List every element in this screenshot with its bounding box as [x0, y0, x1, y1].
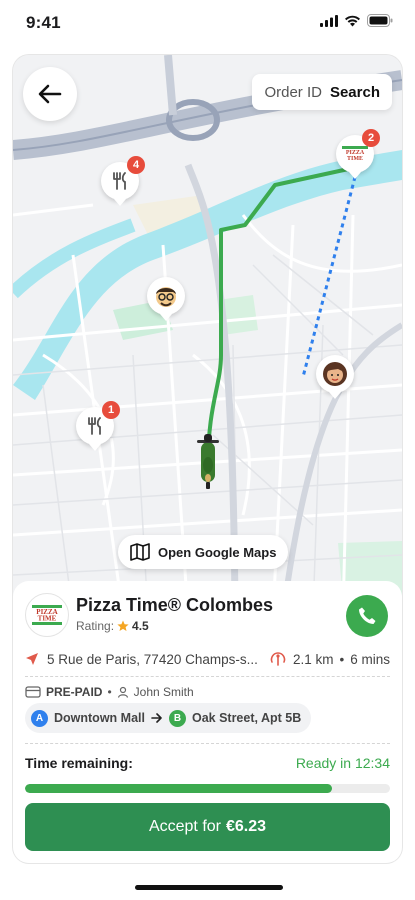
payment-status: PRE-PAID: [46, 685, 103, 699]
fork-knife-icon: [113, 172, 126, 190]
home-indicator: [135, 885, 283, 890]
toggle-search[interactable]: Search: [326, 84, 384, 101]
restaurant-address: 5 Rue de Paris, 77420 Champs-s...: [47, 651, 258, 667]
accept-label: Accept for: [148, 818, 221, 835]
route-distance-icon: [270, 652, 286, 666]
user-icon: [117, 686, 128, 698]
time-row: Time remaining: Ready in 12:34: [25, 755, 390, 771]
map-icon: [130, 543, 150, 561]
fork-knife-icon: [88, 417, 101, 435]
rating-value: 4.5: [132, 619, 149, 633]
restaurant-pin[interactable]: 1: [76, 401, 120, 451]
order-details-panel: PIZZA TIME Pizza Time® Colombes Rating: 4…: [13, 581, 402, 863]
man-avatar-icon: [156, 287, 176, 307]
order-search-toggle: Order ID Search: [252, 74, 392, 110]
duration: 6 mins: [350, 651, 390, 667]
progress-fill: [25, 784, 332, 793]
back-button[interactable]: [23, 67, 77, 121]
time-remaining-label: Time remaining:: [25, 755, 133, 771]
navigation-arrow-icon: [26, 653, 38, 665]
restaurant-row: PIZZA TIME Pizza Time® Colombes Rating: 4…: [25, 593, 390, 641]
pizza-time-pin[interactable]: PIZZA TIME 2: [336, 129, 380, 179]
address-row: 5 Rue de Paris, 77420 Champs-s... 2.1 km…: [25, 647, 390, 671]
restaurant-pin[interactable]: 4: [101, 156, 145, 206]
pin-badge: 2: [362, 129, 380, 147]
dot-separator: •: [107, 685, 112, 699]
woman-avatar-icon: [323, 362, 347, 386]
time-progress-bar: [25, 784, 390, 793]
restaurant-logo: PIZZA TIME: [25, 593, 69, 637]
svg-text:TIME: TIME: [347, 156, 363, 162]
credit-card-icon: [25, 686, 41, 698]
arrow-left-icon: [38, 84, 62, 104]
arrow-right-icon: [151, 713, 162, 723]
status-bar: 9:41: [0, 0, 415, 46]
accept-button[interactable]: Accept for €6.23: [25, 803, 390, 851]
toggle-order-id[interactable]: Order ID: [260, 84, 326, 101]
to-marker: B: [168, 709, 186, 727]
map-view[interactable]: Order ID Search 4 PIZZA TIME 2 1 Open Goo…: [13, 55, 402, 616]
restaurant-rating: Rating: 4.5: [76, 619, 149, 633]
pin-badge: 4: [127, 156, 145, 174]
customer-pin[interactable]: [316, 355, 354, 399]
route-chip: A Downtown Mall B Oak Street, Apt 5B: [25, 703, 312, 733]
distance: 2.1 km: [292, 651, 334, 667]
customer-pin[interactable]: [147, 277, 185, 321]
signal-icon: [320, 14, 338, 27]
order-card: Order ID Search 4 PIZZA TIME 2 1 Open Goo…: [13, 55, 402, 863]
route-from: Downtown Mall: [54, 711, 145, 725]
wifi-icon: [345, 15, 360, 26]
dot-separator: •: [339, 651, 345, 667]
route-to: Oak Street, Apt 5B: [191, 711, 302, 725]
star-icon: [117, 620, 129, 631]
call-button[interactable]: [346, 595, 388, 637]
divider: [25, 676, 390, 677]
battery-icon: [367, 14, 393, 27]
from-marker: A: [31, 709, 48, 727]
ready-time: Ready in 12:34: [295, 755, 390, 771]
open-google-maps-label: Open Google Maps: [158, 544, 277, 560]
pizza-time-logo-icon: PIZZATIME: [32, 605, 62, 625]
status-icons: [320, 14, 393, 27]
restaurant-name: Pizza Time® Colombes: [76, 595, 273, 615]
divider: [25, 743, 390, 744]
pin-badge: 1: [102, 401, 120, 419]
status-time: 9:41: [26, 13, 61, 32]
payment-row: PRE-PAID • John Smith: [25, 685, 194, 699]
customer-name: John Smith: [133, 685, 194, 699]
accept-amount: €6.23: [225, 818, 267, 835]
pizza-time-logo-icon: PIZZATIME: [342, 146, 368, 162]
svg-text:TIME: TIME: [38, 615, 57, 623]
open-google-maps-button[interactable]: Open Google Maps: [118, 535, 289, 569]
rating-label: Rating:: [76, 619, 115, 633]
phone-icon: [359, 607, 376, 624]
